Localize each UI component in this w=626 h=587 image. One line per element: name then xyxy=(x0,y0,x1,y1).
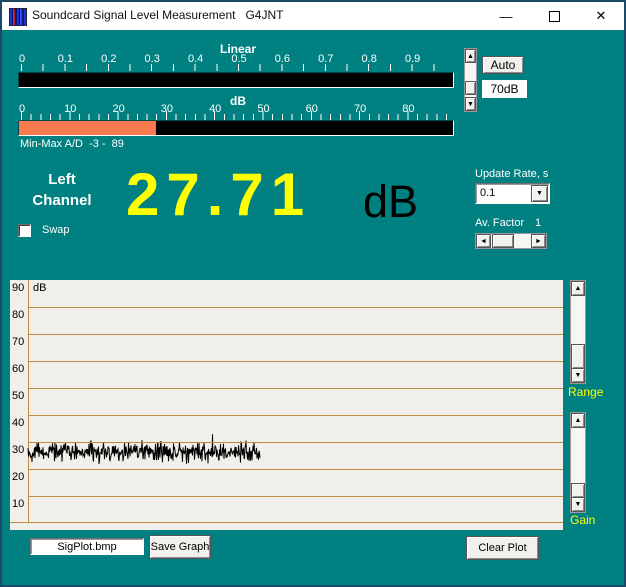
signal-plot: dB 908070605040302010 xyxy=(10,280,563,530)
y-axis-label: 10 xyxy=(12,498,24,510)
av-factor-thumb[interactable] xyxy=(492,234,514,248)
y-axis-label: 60 xyxy=(12,363,24,375)
swap-checkbox[interactable] xyxy=(18,224,31,237)
gain-down-icon[interactable]: ▼ xyxy=(571,497,585,512)
linear-tick-marks xyxy=(21,64,443,71)
db-tick-marks-major xyxy=(21,111,455,120)
gain-label: Gain xyxy=(570,513,595,527)
app-window: Soundcard Signal Level Measurement G4JNT… xyxy=(0,0,626,587)
minimize-button[interactable]: — xyxy=(488,2,524,30)
scroll-up-icon[interactable]: ▲ xyxy=(465,49,476,63)
gridline xyxy=(28,415,563,416)
range-scrollbar[interactable]: ▲ ▼ xyxy=(570,280,586,384)
level-readout-unit: dB xyxy=(363,176,418,228)
gridline xyxy=(28,442,563,443)
gridline xyxy=(28,496,563,497)
close-button[interactable]: ✕ xyxy=(583,2,619,30)
gridline xyxy=(28,307,563,308)
swap-checkbox-label: Swap xyxy=(42,224,70,236)
gain-up-icon[interactable]: ▲ xyxy=(571,413,585,428)
range-down-icon[interactable]: ▼ xyxy=(571,368,585,383)
y-axis-label: 50 xyxy=(12,390,24,402)
range-thumb[interactable] xyxy=(571,344,585,369)
maximize-icon xyxy=(549,11,560,22)
scroll-left-icon[interactable]: ◄ xyxy=(476,234,491,248)
scroll-right-icon[interactable]: ► xyxy=(531,234,546,248)
update-rate-combobox[interactable]: 0.1 ▼ xyxy=(475,183,550,204)
y-axis-label: 20 xyxy=(12,471,24,483)
av-factor-label: Av. Factor xyxy=(475,217,524,229)
update-rate-value: 0.1 xyxy=(480,187,495,199)
db-level-bar xyxy=(18,120,454,136)
app-icon xyxy=(9,8,27,26)
gridline xyxy=(28,469,563,470)
minmax-text: Min-Max A/D -3 - 89 xyxy=(20,138,124,150)
av-factor-value: 1 xyxy=(535,217,541,229)
x-axis-line xyxy=(10,522,563,523)
range-up-icon[interactable]: ▲ xyxy=(571,281,585,296)
filename-field[interactable]: SigPlot.bmp xyxy=(30,538,144,555)
update-rate-label: Update Rate, s xyxy=(475,168,548,180)
window-title: Soundcard Signal Level Measurement G4JNT xyxy=(32,8,283,22)
close-icon: ✕ xyxy=(596,8,607,24)
channel-label: Left Channel xyxy=(10,169,114,211)
linear-level-bar xyxy=(18,72,454,88)
meter-scale-thumb[interactable] xyxy=(465,81,476,95)
minimize-icon: — xyxy=(500,9,513,24)
scroll-down-icon[interactable]: ▼ xyxy=(465,97,476,111)
dropdown-arrow-icon[interactable]: ▼ xyxy=(531,185,548,202)
gain-thumb[interactable] xyxy=(571,483,585,498)
title-bar: Soundcard Signal Level Measurement G4JNT… xyxy=(2,2,624,30)
y-axis-label: 40 xyxy=(12,417,24,429)
av-factor-scrollbar[interactable]: ◄ ► xyxy=(475,233,547,249)
y-axis-label: 70 xyxy=(12,336,24,348)
db-level-fill xyxy=(19,121,156,135)
save-graph-button[interactable]: Save Graph xyxy=(149,535,211,559)
range-label: Range xyxy=(568,385,603,399)
auto-button[interactable]: Auto xyxy=(482,56,524,74)
scale-display: 70dB xyxy=(482,80,527,98)
meter-scale-scrollbar[interactable]: ▲ ▼ xyxy=(464,48,477,112)
gain-scrollbar[interactable]: ▲ ▼ xyxy=(570,412,586,513)
y-axis-label: 80 xyxy=(12,309,24,321)
clear-plot-button[interactable]: Clear Plot xyxy=(466,536,539,560)
y-axis-label: 30 xyxy=(12,444,24,456)
gridline xyxy=(28,334,563,335)
gridline xyxy=(28,388,563,389)
channel-line1: Left xyxy=(10,169,114,190)
level-readout-value: 27.71 xyxy=(126,160,311,229)
gridline xyxy=(28,361,563,362)
maximize-button[interactable] xyxy=(536,2,572,30)
signal-trace xyxy=(10,280,563,530)
y-axis-label: 90 xyxy=(12,282,24,294)
channel-line2: Channel xyxy=(10,190,114,211)
